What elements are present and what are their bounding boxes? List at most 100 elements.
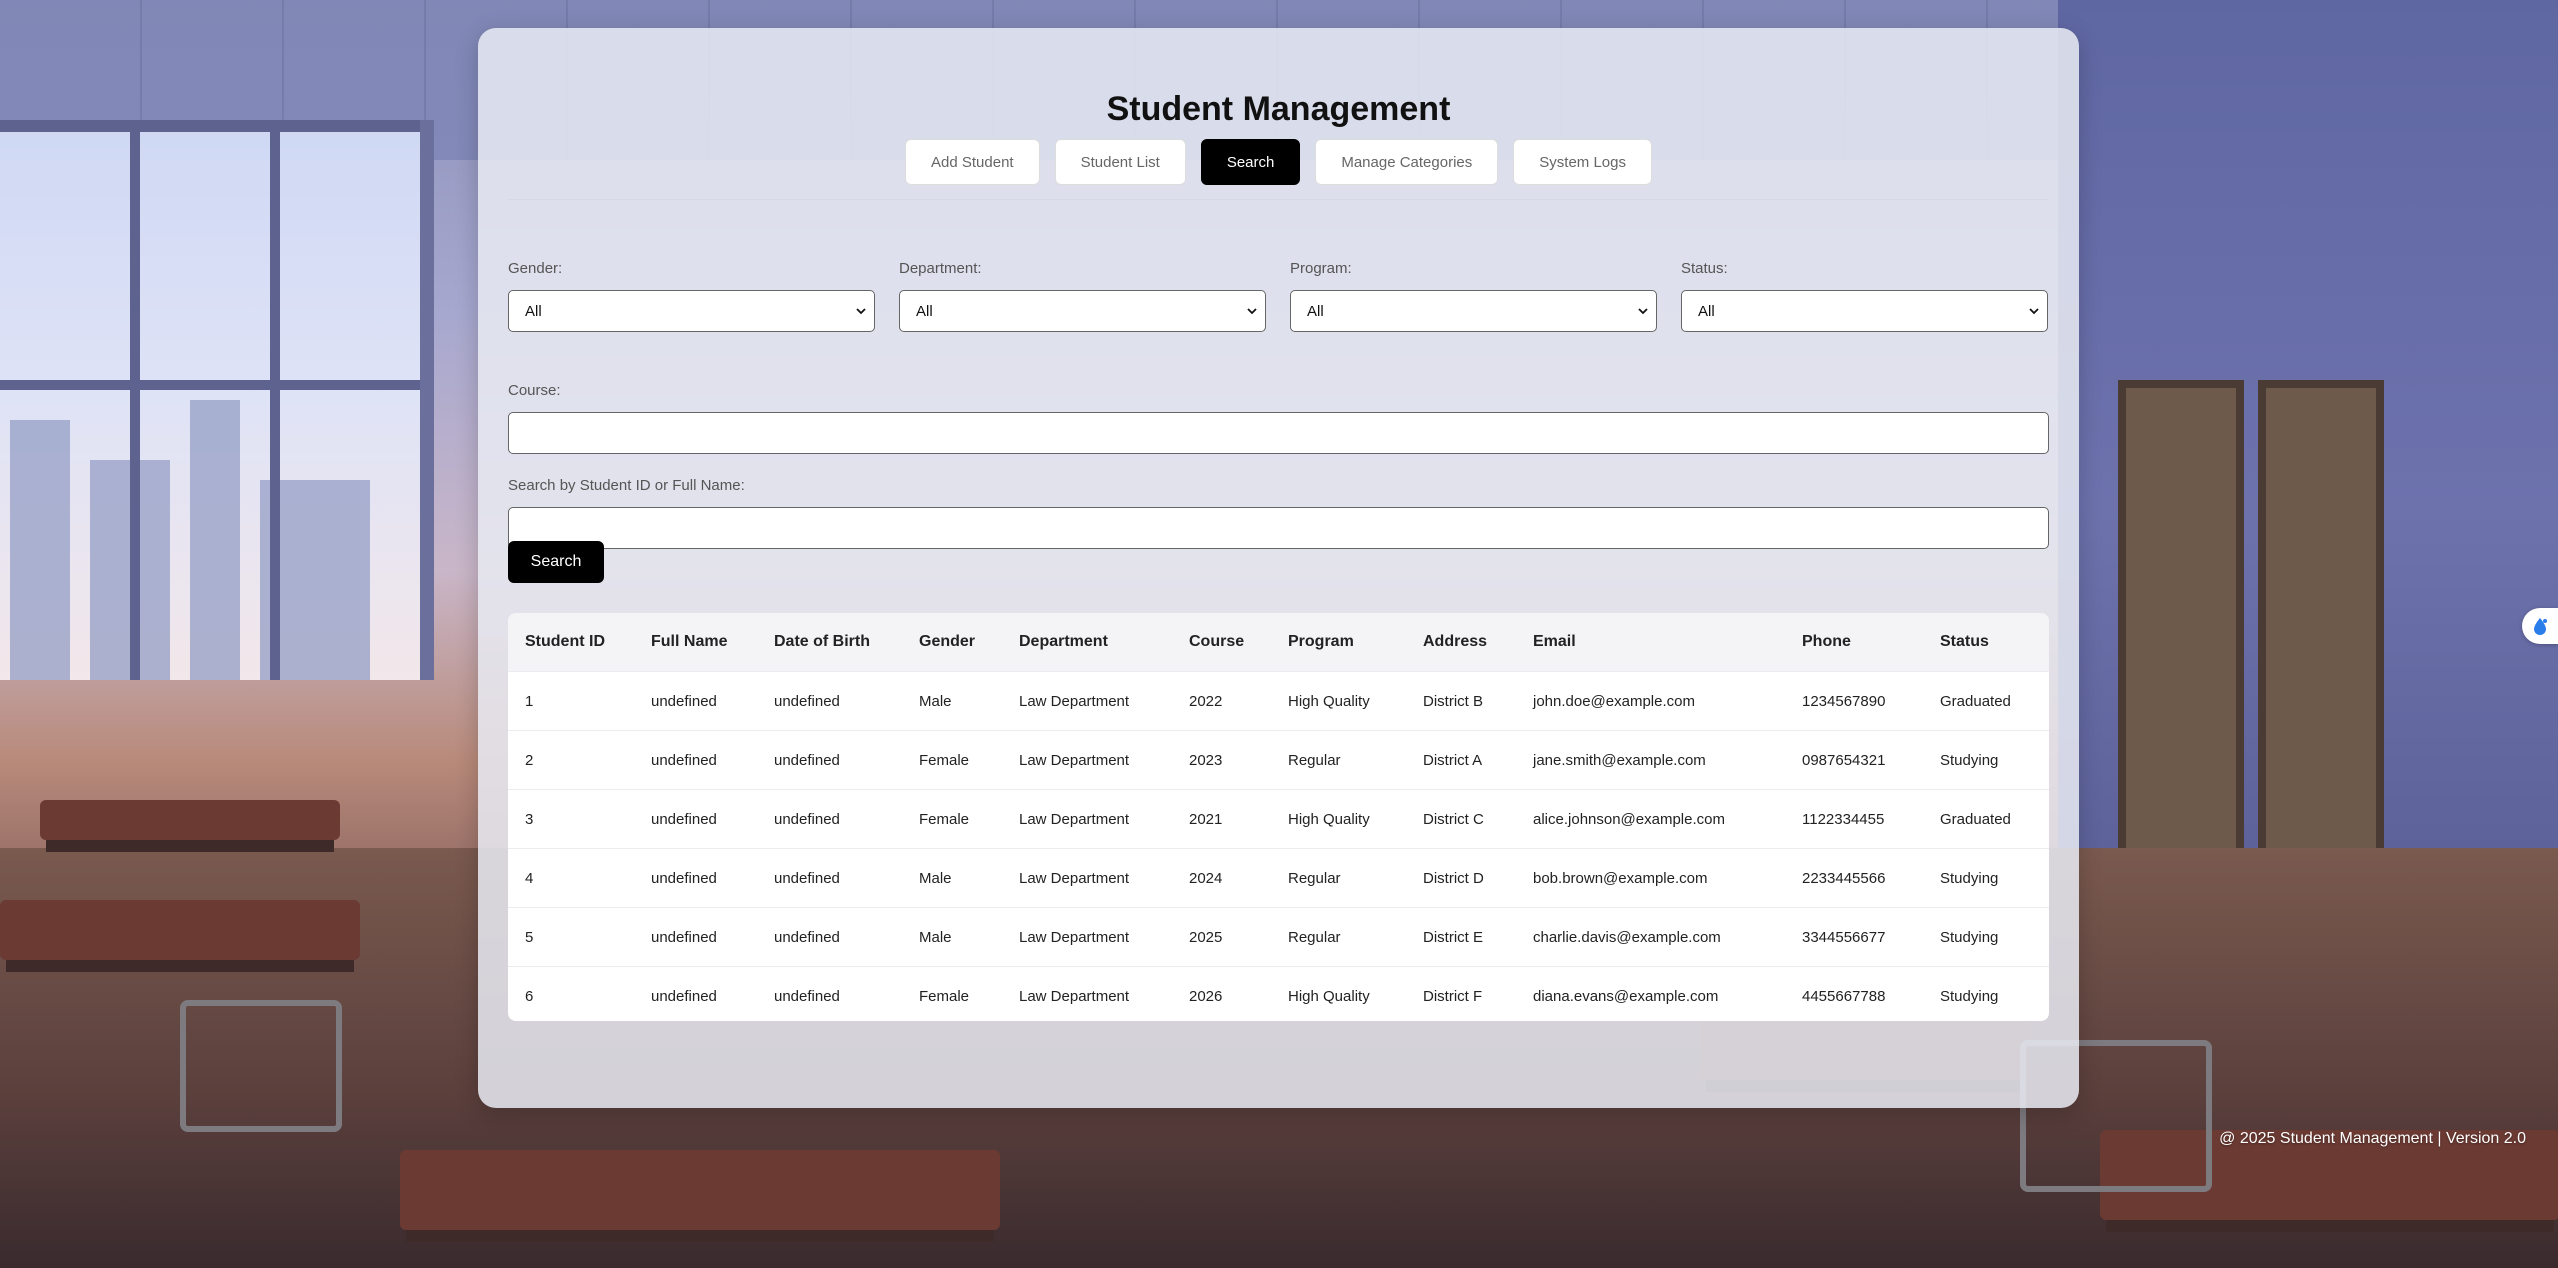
cell-program: High Quality xyxy=(1271,966,1406,1021)
cell-address: District B xyxy=(1406,671,1516,731)
cell-full-name: undefined xyxy=(634,848,757,908)
column-header: Full Name xyxy=(634,613,757,672)
cell-status: Studying xyxy=(1923,907,2049,967)
filter-row: Gender: All Department: All Program: All… xyxy=(508,260,2049,332)
table-row: 3 undefined undefined Female Law Departm… xyxy=(508,789,2049,849)
cell-student-id: 3 xyxy=(508,789,634,849)
cell-gender: Female xyxy=(902,966,1002,1021)
gender-label: Gender: xyxy=(508,260,563,277)
cell-gender: Female xyxy=(902,730,1002,790)
column-header: Department xyxy=(1002,613,1172,672)
cell-phone: 4455667788 xyxy=(1785,966,1923,1021)
cell-student-id: 5 xyxy=(508,907,634,967)
cell-department: Law Department xyxy=(1002,789,1172,849)
cell-course: 2023 xyxy=(1172,730,1271,790)
cell-status: Graduated xyxy=(1923,671,2049,731)
cell-phone: 1122334455 xyxy=(1785,789,1923,849)
cell-address: District E xyxy=(1406,907,1516,967)
main-panel: Student Management Add Student Student L… xyxy=(478,28,2079,1108)
course-field: Course: xyxy=(508,382,2049,454)
course-input[interactable] xyxy=(508,412,2049,454)
cell-gender: Female xyxy=(902,789,1002,849)
search-label: Search by Student ID or Full Name: xyxy=(508,477,745,494)
cell-date-of-birth: undefined xyxy=(757,966,902,1021)
tab-system-logs[interactable]: System Logs xyxy=(1513,139,1652,185)
cell-gender: Male xyxy=(902,671,1002,731)
program-label: Program: xyxy=(1290,260,1352,277)
cell-email: john.doe@example.com xyxy=(1516,671,1785,731)
tab-student-list[interactable]: Student List xyxy=(1054,139,1186,185)
search-field: Search by Student ID or Full Name: xyxy=(508,477,2049,549)
cell-course: 2025 xyxy=(1172,907,1271,967)
chevron-down-icon xyxy=(1638,308,1648,315)
assistant-icon xyxy=(2534,618,2547,635)
cell-date-of-birth: undefined xyxy=(757,730,902,790)
cell-date-of-birth: undefined xyxy=(757,848,902,908)
chevron-down-icon xyxy=(856,308,866,315)
program-filter: Program: All xyxy=(1290,260,1657,332)
cell-date-of-birth: undefined xyxy=(757,671,902,731)
table-row: 1 undefined undefined Male Law Departmen… xyxy=(508,671,2049,731)
assistant-widget[interactable] xyxy=(2522,608,2558,644)
status-select[interactable]: All xyxy=(1681,290,2048,332)
cell-address: District F xyxy=(1406,966,1516,1021)
column-header: Date of Birth xyxy=(757,613,902,672)
program-select-value: All xyxy=(1307,302,1324,320)
cell-department: Law Department xyxy=(1002,730,1172,790)
cell-department: Law Department xyxy=(1002,966,1172,1021)
table-header-row: Student ID Full Name Date of Birth Gende… xyxy=(508,613,2049,672)
cell-department: Law Department xyxy=(1002,671,1172,731)
cell-status: Studying xyxy=(1923,966,2049,1021)
cell-student-id: 4 xyxy=(508,848,634,908)
cell-status: Graduated xyxy=(1923,789,2049,849)
cell-department: Law Department xyxy=(1002,907,1172,967)
cell-date-of-birth: undefined xyxy=(757,789,902,849)
column-header: Program xyxy=(1271,613,1406,672)
program-select[interactable]: All xyxy=(1290,290,1657,332)
cell-email: jane.smith@example.com xyxy=(1516,730,1785,790)
cell-gender: Male xyxy=(902,848,1002,908)
cell-email: charlie.davis@example.com xyxy=(1516,907,1785,967)
department-filter: Department: All xyxy=(899,260,1266,332)
cell-phone: 3344556677 xyxy=(1785,907,1923,967)
chevron-down-icon xyxy=(2029,308,2039,315)
cell-course: 2026 xyxy=(1172,966,1271,1021)
column-header: Gender xyxy=(902,613,1002,672)
cell-department: Law Department xyxy=(1002,848,1172,908)
cell-status: Studying xyxy=(1923,730,2049,790)
cell-gender: Male xyxy=(902,907,1002,967)
cell-full-name: undefined xyxy=(634,789,757,849)
cell-program: Regular xyxy=(1271,730,1406,790)
cell-student-id: 2 xyxy=(508,730,634,790)
search-button[interactable]: Search xyxy=(508,541,604,583)
cell-program: Regular xyxy=(1271,848,1406,908)
cell-address: District D xyxy=(1406,848,1516,908)
column-header: Course xyxy=(1172,613,1271,672)
search-input[interactable] xyxy=(508,507,2049,549)
gender-select[interactable]: All xyxy=(508,290,875,332)
tab-manage-categories[interactable]: Manage Categories xyxy=(1315,139,1499,185)
cell-address: District A xyxy=(1406,730,1516,790)
tab-search[interactable]: Search xyxy=(1200,139,1301,185)
background-window xyxy=(0,120,434,680)
cell-program: High Quality xyxy=(1271,789,1406,849)
department-select-value: All xyxy=(916,302,933,320)
table-row: 6 undefined undefined Female Law Departm… xyxy=(508,966,2049,1021)
table-row: 4 undefined undefined Male Law Departmen… xyxy=(508,848,2049,908)
cell-phone: 2233445566 xyxy=(1785,848,1923,908)
cell-student-id: 1 xyxy=(508,671,634,731)
course-label: Course: xyxy=(508,382,561,399)
cell-full-name: undefined xyxy=(634,730,757,790)
cell-address: District C xyxy=(1406,789,1516,849)
cell-phone: 0987654321 xyxy=(1785,730,1923,790)
department-select[interactable]: All xyxy=(899,290,1266,332)
nav-tabs: Add Student Student List Search Manage C… xyxy=(478,139,2079,185)
student-table: Student ID Full Name Date of Birth Gende… xyxy=(508,613,2049,1021)
gender-filter: Gender: All xyxy=(508,260,875,332)
tab-add-student[interactable]: Add Student xyxy=(905,139,1040,185)
chevron-down-icon xyxy=(1247,308,1257,315)
department-label: Department: xyxy=(899,260,982,277)
cell-phone: 1234567890 xyxy=(1785,671,1923,731)
cell-email: bob.brown@example.com xyxy=(1516,848,1785,908)
cell-email: diana.evans@example.com xyxy=(1516,966,1785,1021)
